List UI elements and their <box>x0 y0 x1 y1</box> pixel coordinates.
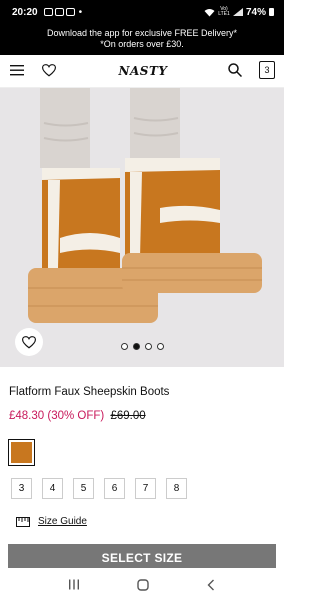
wifi-icon <box>204 8 215 16</box>
battery-icon <box>269 8 274 16</box>
notification-icon <box>43 8 53 16</box>
select-size-button[interactable]: SELECT SIZE <box>8 544 276 568</box>
brand-logo[interactable]: NASTY GAL <box>108 59 178 102</box>
size-options: 345678 <box>11 478 187 499</box>
pagination-dot[interactable] <box>120 343 128 350</box>
color-swatch-fill <box>11 442 32 463</box>
size-guide-label: Size Guide <box>38 516 87 527</box>
promo-line-2: *On orders over £30. <box>100 39 184 49</box>
size-option-7[interactable]: 7 <box>135 478 156 499</box>
size-option-3[interactable]: 3 <box>11 478 32 499</box>
pagination-dot[interactable] <box>144 343 152 350</box>
product-title: Flatform Faux Sheepskin Boots <box>9 386 170 398</box>
size-option-5[interactable]: 5 <box>73 478 94 499</box>
network-label: Vo) LTE1 <box>218 6 230 17</box>
product-price: £48.30 (30% OFF) £69.00 <box>9 410 146 422</box>
status-time: 20:20 <box>12 6 38 18</box>
pagination-dot[interactable] <box>132 343 140 350</box>
boots-photo <box>0 88 284 367</box>
size-option-8[interactable]: 8 <box>166 478 187 499</box>
heart-icon[interactable] <box>42 64 56 77</box>
wishlist-button[interactable] <box>15 328 43 356</box>
sale-price: £48.30 (30% OFF) <box>9 410 105 422</box>
home-icon[interactable] <box>137 578 149 591</box>
size-guide-link[interactable]: Size Guide <box>16 516 87 527</box>
menu-icon[interactable] <box>10 64 24 76</box>
battery-level: 74% <box>245 6 266 18</box>
bag-icon[interactable]: 3 <box>259 61 275 79</box>
ruler-icon <box>16 516 30 527</box>
recent-apps-icon[interactable] <box>68 579 80 590</box>
search-icon[interactable] <box>228 63 242 77</box>
pagination-dot[interactable] <box>156 343 164 350</box>
image-pagination <box>0 343 284 351</box>
notification-icon <box>65 8 75 16</box>
promo-line-1: Download the app for exclusive FREE Deli… <box>46 28 238 38</box>
status-bar: 20:20 • Vo) LTE1 74% <box>0 0 284 24</box>
size-option-4[interactable]: 4 <box>42 478 63 499</box>
original-price: £69.00 <box>110 410 146 422</box>
back-icon[interactable] <box>206 579 216 591</box>
site-header: NASTY GAL <box>0 55 284 102</box>
promo-banner[interactable]: Download the app for exclusive FREE Deli… <box>0 24 284 55</box>
more-notifications-icon: • <box>78 6 83 18</box>
signal-icon <box>232 8 243 16</box>
notification-icon <box>54 8 64 16</box>
product-image[interactable] <box>0 88 284 367</box>
size-option-6[interactable]: 6 <box>104 478 125 499</box>
color-swatch[interactable] <box>8 439 35 466</box>
system-nav-bar <box>0 569 284 600</box>
